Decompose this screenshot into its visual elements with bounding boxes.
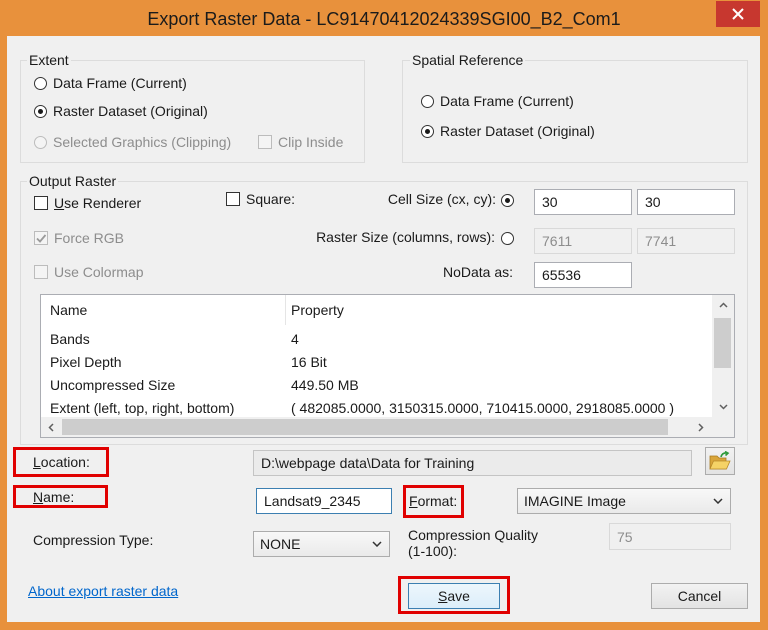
row-property: 16 Bit <box>291 354 327 370</box>
close-button[interactable] <box>716 1 760 27</box>
checkbox-label: Square: <box>246 191 296 207</box>
checkbox-label: Clip Inside <box>278 134 344 150</box>
radio-circle[interactable] <box>34 135 47 149</box>
properties-list[interactable]: Name Property Bands 4 Pixel Depth 16 Bit… <box>40 294 735 438</box>
radio-circle[interactable] <box>34 104 47 118</box>
cell-size-cx-input[interactable] <box>534 189 632 215</box>
row-name: Pixel Depth <box>50 354 122 370</box>
radio-circle[interactable] <box>34 76 47 90</box>
scroll-down-button[interactable] <box>712 397 734 417</box>
table-row[interactable]: Uncompressed Size 449.50 MB <box>41 374 712 397</box>
table-row[interactable]: Bands 4 <box>41 328 712 351</box>
checkmark-icon <box>36 234 47 243</box>
spatial-reference-group-label: Spatial Reference <box>410 52 526 68</box>
chevron-right-icon <box>698 422 704 432</box>
compression-type-dropdown[interactable]: NONE <box>253 531 390 557</box>
checkbox-box[interactable] <box>226 192 240 206</box>
scrollbar-corner <box>712 417 734 437</box>
radio-circle[interactable] <box>421 124 434 138</box>
compression-quality-label: Compression Quality (1-100): <box>408 527 538 559</box>
about-export-raster-link[interactable]: About export raster data <box>28 583 178 599</box>
location-label: Location: <box>33 454 90 470</box>
scroll-up-button[interactable] <box>712 295 734 315</box>
chevron-up-icon <box>718 302 728 308</box>
extent-group-label: Extent <box>27 52 71 68</box>
checkbox-box[interactable] <box>258 135 272 149</box>
checkbox-box[interactable] <box>34 265 48 279</box>
spatial-ref-radio-data-frame[interactable]: Data Frame (Current) <box>421 93 574 109</box>
use-colormap-checkbox[interactable]: Use Colormap <box>34 264 143 280</box>
row-name: Bands <box>50 331 90 347</box>
cell-size-cy-input[interactable] <box>637 189 735 215</box>
chevron-down-icon <box>718 404 728 410</box>
cell-size-radio[interactable] <box>501 192 514 208</box>
raster-size-radio[interactable] <box>501 230 514 246</box>
horizontal-scroll-thumb[interactable] <box>62 419 668 435</box>
checkbox-box[interactable] <box>34 196 48 210</box>
vertical-scroll-thumb[interactable] <box>714 318 731 368</box>
chevron-down-icon <box>372 541 382 547</box>
table-row[interactable]: Pixel Depth 16 Bit <box>41 351 712 374</box>
radio-label: Raster Dataset (Original) <box>440 123 595 139</box>
location-field[interactable] <box>253 450 692 476</box>
folder-open-icon <box>709 451 731 470</box>
radio-circle[interactable] <box>501 193 514 207</box>
raster-columns-input[interactable] <box>534 228 632 254</box>
chevron-left-icon <box>48 422 54 432</box>
format-label: Format: <box>409 493 458 509</box>
extent-radio-selected-graphics[interactable]: Selected Graphics (Clipping) <box>34 134 231 150</box>
cancel-button[interactable]: Cancel <box>651 583 748 609</box>
extent-radio-raster-dataset[interactable]: Raster Dataset (Original) <box>34 103 208 119</box>
name-input[interactable] <box>256 488 392 514</box>
save-button[interactable]: Save <box>408 583 500 609</box>
row-property: 449.50 MB <box>291 377 359 393</box>
output-raster-group-label: Output Raster <box>27 173 119 189</box>
radio-label: Selected Graphics (Clipping) <box>53 134 232 150</box>
row-name: Uncompressed Size <box>50 377 176 393</box>
row-property: 4 <box>291 331 299 347</box>
use-renderer-checkbox[interactable]: Use Renderer <box>34 195 141 211</box>
compression-type-label: Compression Type: <box>33 532 154 548</box>
horizontal-scrollbar[interactable] <box>41 417 712 437</box>
format-dropdown[interactable]: IMAGINE Image <box>517 488 731 514</box>
radio-circle[interactable] <box>501 231 514 245</box>
name-label: Name: <box>33 489 75 505</box>
column-header-property[interactable]: Property <box>286 295 712 325</box>
close-icon <box>732 8 744 20</box>
spatial-reference-group <box>402 60 748 163</box>
square-checkbox[interactable]: Square: <box>226 191 295 207</box>
checkbox-label: Use Renderer <box>54 195 142 211</box>
checkbox-label: Use Colormap <box>54 264 144 280</box>
raster-size-label: Raster Size (columns, rows): <box>316 229 495 245</box>
vertical-scrollbar[interactable] <box>712 295 734 417</box>
raster-rows-input[interactable] <box>637 228 735 254</box>
scroll-right-button[interactable] <box>691 417 711 437</box>
nodata-input[interactable] <box>534 262 632 288</box>
chevron-down-icon <box>713 498 723 504</box>
extent-radio-data-frame[interactable]: Data Frame (Current) <box>34 75 187 91</box>
force-rgb-checkbox[interactable]: Force RGB <box>34 230 124 246</box>
clip-inside-checkbox[interactable]: Clip Inside <box>258 134 343 150</box>
radio-label: Data Frame (Current) <box>53 75 187 91</box>
window-title: Export Raster Data - LC91470412024339SGI… <box>147 9 621 29</box>
radio-label: Raster Dataset (Original) <box>53 103 208 119</box>
scroll-left-button[interactable] <box>41 417 61 437</box>
nodata-label: NoData as: <box>443 264 514 280</box>
radio-circle[interactable] <box>421 94 434 108</box>
checkbox-box[interactable] <box>34 231 48 245</box>
column-header-name[interactable]: Name <box>41 295 286 325</box>
cell-size-label: Cell Size (cx, cy): <box>387 191 496 207</box>
compression-type-selected-value: NONE <box>260 536 301 552</box>
checkbox-label: Force RGB <box>54 230 125 246</box>
format-selected-value: IMAGINE Image <box>524 493 626 509</box>
radio-label: Data Frame (Current) <box>440 93 574 109</box>
compression-quality-input[interactable] <box>609 523 731 550</box>
browse-location-button[interactable] <box>705 447 735 475</box>
spatial-ref-radio-raster-dataset[interactable]: Raster Dataset (Original) <box>421 123 595 139</box>
